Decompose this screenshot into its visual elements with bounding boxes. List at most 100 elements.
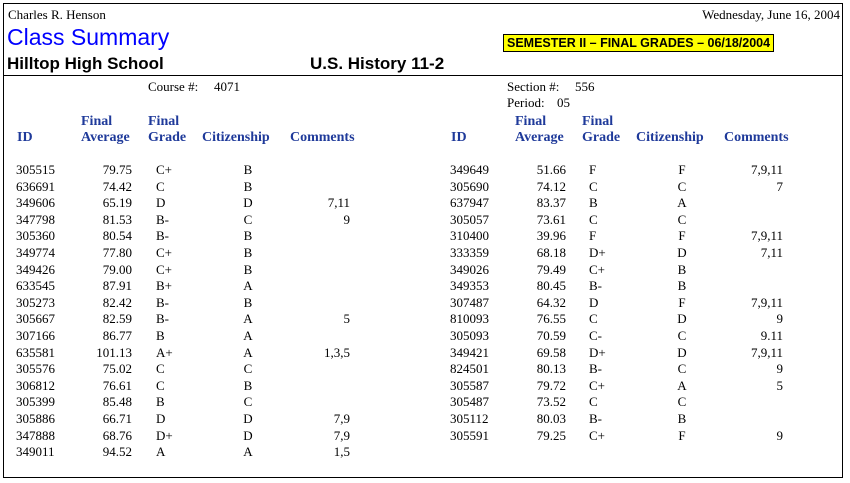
final-grade: F <box>589 162 597 177</box>
citizenship: F <box>678 294 686 310</box>
final-average: 79.72 <box>536 377 566 393</box>
column-header-final-average-line2: Average <box>515 130 564 145</box>
final-average: 76.55 <box>536 311 566 327</box>
final-average: 81.53 <box>102 211 132 227</box>
final-grade: C+ <box>589 261 606 277</box>
final-average: 75.02 <box>102 361 132 377</box>
final-grade: A <box>156 444 166 460</box>
comments: 9 <box>776 311 784 327</box>
final-grade: D+ <box>156 427 173 443</box>
student-id: 305515 <box>16 162 55 177</box>
comments: 7,9,11 <box>750 162 783 177</box>
student-id: 305667 <box>16 311 55 327</box>
student-id: 347798 <box>16 211 55 227</box>
student-id: 349426 <box>16 261 55 277</box>
student-id: 633545 <box>16 278 55 294</box>
final-average: 101.13 <box>96 344 132 360</box>
student-id: 636691 <box>16 178 55 194</box>
final-average: 94.52 <box>102 444 132 460</box>
final-average: 70.59 <box>536 328 566 343</box>
final-average: 80.03 <box>536 411 566 426</box>
course-title: U.S. History 11-2 <box>310 54 445 73</box>
comments: 5 <box>776 377 784 393</box>
student-id: 307166 <box>16 328 55 343</box>
final-grade: C+ <box>589 427 606 443</box>
student-id: 305399 <box>16 394 55 410</box>
final-grade: D <box>156 195 166 211</box>
final-average: 51.66 <box>536 162 566 177</box>
final-grade: C <box>156 377 165 393</box>
citizenship: A <box>243 444 253 460</box>
student-id: 333359 <box>450 245 489 260</box>
final-average: 80.54 <box>102 228 132 244</box>
student-id: 824501 <box>450 361 489 377</box>
final-grade: F <box>589 228 597 244</box>
comments: 1,3,5 <box>324 344 350 360</box>
citizenship: C <box>243 361 253 377</box>
column-header-comments: Comments <box>290 130 355 145</box>
student-id: 307487 <box>450 294 489 310</box>
citizenship: C <box>677 211 687 227</box>
citizenship: B <box>243 245 253 260</box>
citizenship: A <box>243 311 253 327</box>
comments: 7,9,11 <box>750 228 783 244</box>
section-number: 556 <box>575 79 595 94</box>
student-id: 637947 <box>450 195 489 211</box>
school-name: Hilltop High School <box>7 54 164 73</box>
citizenship: B <box>243 228 253 244</box>
citizenship: B <box>243 377 253 393</box>
period-label: Period: <box>507 95 545 110</box>
final-average: 85.48 <box>102 394 132 410</box>
teacher-name: Charles R. Henson <box>8 7 106 22</box>
final-average: 73.52 <box>536 394 566 410</box>
final-average: 68.76 <box>102 427 132 443</box>
final-average: 73.61 <box>536 211 566 227</box>
student-id: 305576 <box>16 361 55 377</box>
citizenship: D <box>677 344 687 360</box>
citizenship: C <box>677 328 687 343</box>
student-id: 349774 <box>16 245 55 260</box>
student-id: 305587 <box>450 377 489 393</box>
final-grade: B <box>156 394 165 410</box>
student-id: 347888 <box>16 427 55 443</box>
column-header-comments: Comments <box>724 130 789 145</box>
citizenship: D <box>677 245 687 260</box>
citizenship: B <box>243 162 253 177</box>
student-id: 305886 <box>16 411 55 426</box>
final-grade: C <box>589 394 598 410</box>
final-grade: B- <box>589 278 602 294</box>
citizenship: F <box>678 228 686 244</box>
period-number: 05 <box>557 95 570 110</box>
final-grade: B+ <box>156 278 173 294</box>
comments: 7 <box>776 178 784 194</box>
column-header-final-grade-line2: Grade <box>148 130 187 145</box>
citizenship: C <box>243 211 253 227</box>
final-grade: C <box>589 211 598 227</box>
citizenship: B <box>677 261 687 277</box>
comments: 1,5 <box>333 444 350 460</box>
student-id: 306812 <box>16 377 55 393</box>
final-average: 82.42 <box>102 294 132 310</box>
comments: 7,11 <box>760 245 783 260</box>
citizenship: A <box>677 377 687 393</box>
final-average: 69.58 <box>536 344 566 360</box>
final-average: 64.32 <box>536 294 566 310</box>
header-divider <box>4 75 842 76</box>
final-average: 74.12 <box>536 178 566 194</box>
final-average: 79.75 <box>102 162 132 177</box>
final-grade: D <box>156 411 166 426</box>
citizenship: B <box>677 278 687 294</box>
citizenship: A <box>677 195 687 211</box>
final-average: 77.80 <box>102 245 132 260</box>
student-id: 310400 <box>450 228 489 244</box>
final-average: 87.91 <box>102 278 132 294</box>
final-grade: A+ <box>156 344 173 360</box>
final-average: 80.13 <box>536 361 566 377</box>
student-id: 305360 <box>16 228 55 244</box>
page-title: Class Summary <box>7 24 170 50</box>
column-header-final-grade-line2: Grade <box>582 130 621 145</box>
final-average: 80.45 <box>536 278 566 294</box>
student-id: 305690 <box>450 178 489 194</box>
final-average: 86.77 <box>102 328 132 343</box>
student-id: 305487 <box>450 394 489 410</box>
